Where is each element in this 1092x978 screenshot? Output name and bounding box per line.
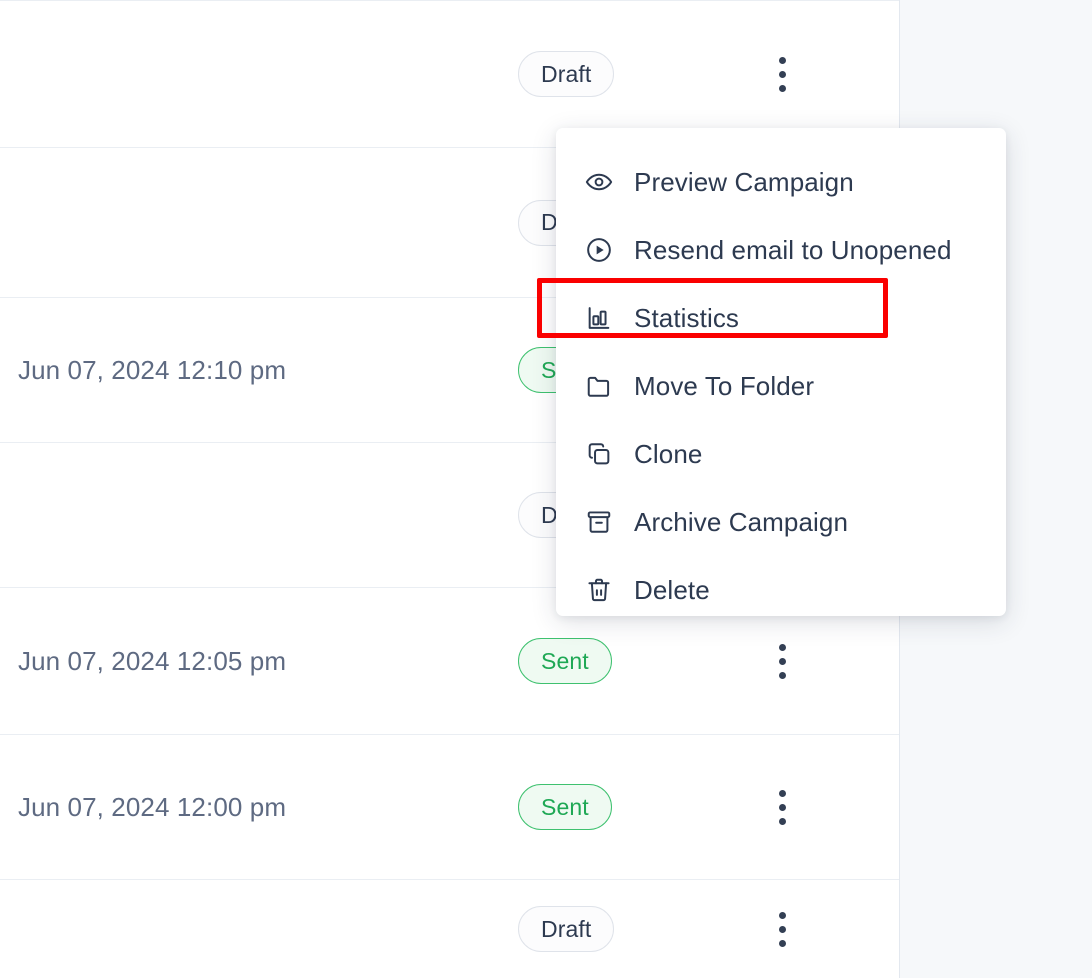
kebab-dot — [779, 818, 786, 825]
table-cell-status: Draft — [518, 51, 748, 97]
menu-item-statistics[interactable]: Statistics — [556, 284, 1006, 352]
play-circle-icon — [578, 236, 620, 264]
kebab-menu-icon[interactable] — [765, 639, 799, 683]
menu-item-archive-campaign[interactable]: Archive Campaign — [556, 488, 1006, 556]
kebab-dot — [779, 658, 786, 665]
kebab-dot — [779, 71, 786, 78]
table-cell-date: Jun 07, 2024 12:00 pm — [18, 792, 286, 823]
kebab-dot — [779, 912, 786, 919]
menu-item-label: Archive Campaign — [634, 507, 848, 538]
menu-item-preview-campaign[interactable]: Preview Campaign — [556, 148, 1006, 216]
menu-item-label: Move To Folder — [634, 371, 814, 402]
kebab-menu-icon[interactable] — [765, 52, 799, 96]
menu-item-label: Resend email to Unopened — [634, 235, 952, 266]
campaign-context-menu[interactable]: Preview Campaign Resend email to Unopene… — [556, 128, 1006, 616]
table-cell-status: Sent — [518, 784, 748, 830]
folder-icon — [578, 372, 620, 400]
kebab-dot — [779, 790, 786, 797]
table-cell-actions — [752, 785, 812, 829]
table-cell-status: Sent — [518, 638, 748, 684]
menu-item-delete[interactable]: Delete — [556, 556, 1006, 624]
menu-item-clone[interactable]: Clone — [556, 420, 1006, 488]
status-badge: Draft — [518, 906, 614, 952]
kebab-dot — [779, 85, 786, 92]
archive-icon — [578, 508, 620, 536]
kebab-dot — [779, 940, 786, 947]
bar-chart-icon — [578, 304, 620, 332]
status-badge: Draft — [518, 51, 614, 97]
table-cell-status: Draft — [518, 906, 748, 952]
kebab-dot — [779, 926, 786, 933]
table-cell-date: Jun 07, 2024 12:05 pm — [18, 646, 286, 677]
kebab-menu-icon[interactable] — [765, 785, 799, 829]
table-cell-actions — [752, 639, 812, 683]
table-row[interactable]: Draft — [0, 880, 899, 978]
table-cell-actions — [752, 52, 812, 96]
kebab-dot — [779, 644, 786, 651]
kebab-menu-icon[interactable] — [765, 907, 799, 951]
kebab-dot — [779, 804, 786, 811]
status-badge: Sent — [518, 784, 612, 830]
table-row[interactable]: Jun 07, 2024 12:00 pm Sent — [0, 735, 899, 880]
table-cell-date: Jun 07, 2024 12:10 pm — [18, 355, 286, 386]
trash-icon — [578, 576, 620, 604]
menu-item-label: Delete — [634, 575, 710, 606]
menu-item-resend-email-to-unopened[interactable]: Resend email to Unopened — [556, 216, 1006, 284]
copy-icon — [578, 440, 620, 468]
table-row[interactable]: Draft — [0, 0, 899, 148]
kebab-dot — [779, 672, 786, 679]
menu-item-label: Preview Campaign — [634, 167, 854, 198]
menu-item-label: Clone — [634, 439, 702, 470]
kebab-dot — [779, 57, 786, 64]
menu-item-move-to-folder[interactable]: Move To Folder — [556, 352, 1006, 420]
table-cell-actions — [752, 907, 812, 951]
menu-item-label: Statistics — [634, 303, 739, 334]
eye-icon — [578, 168, 620, 196]
status-badge: Sent — [518, 638, 612, 684]
